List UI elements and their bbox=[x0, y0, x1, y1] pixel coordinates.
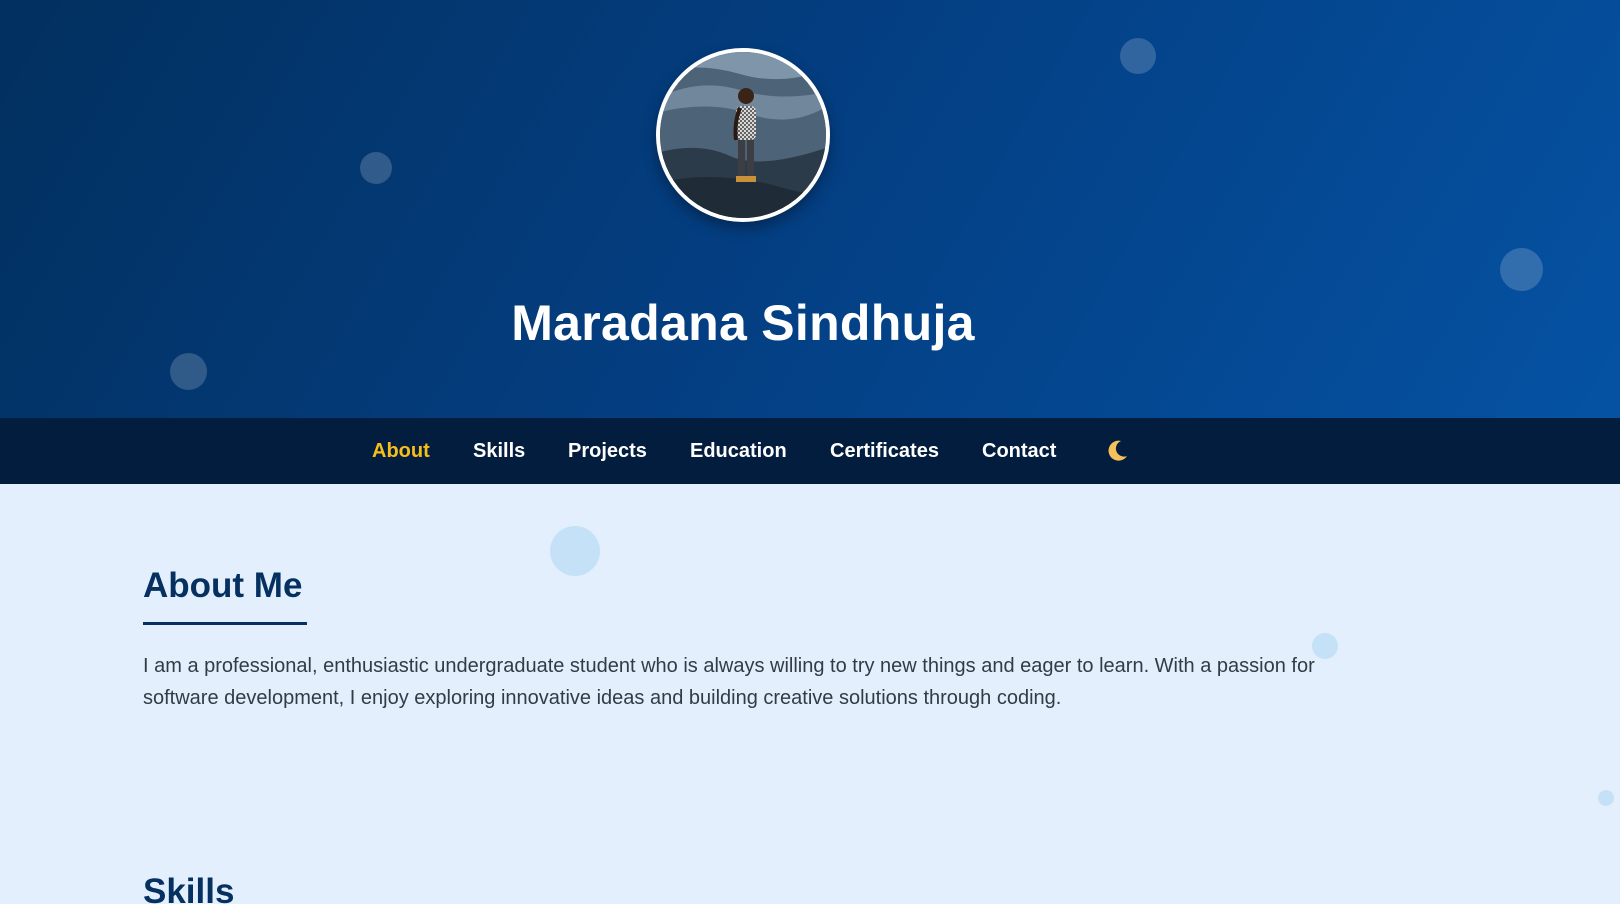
skills-heading: Skills bbox=[143, 872, 235, 904]
hero-header: Maradana Sindhuja bbox=[0, 0, 1620, 418]
nav-item-projects[interactable]: Projects bbox=[568, 440, 647, 463]
moon-icon bbox=[1108, 440, 1127, 461]
main-nav: About Skills Projects Education Certific… bbox=[0, 418, 1620, 484]
heading-underline bbox=[143, 622, 307, 625]
about-heading: About Me bbox=[143, 566, 303, 605]
decorative-bubble bbox=[170, 353, 207, 390]
about-text: I am a professional, enthusiastic underg… bbox=[143, 655, 1315, 709]
profile-photo-illustration bbox=[660, 52, 826, 218]
decorative-bubble bbox=[360, 152, 392, 184]
nav-item-certificates[interactable]: Certificates bbox=[830, 440, 939, 463]
nav-item-skills[interactable]: Skills bbox=[473, 440, 525, 463]
decorative-bubble bbox=[550, 526, 600, 576]
theme-toggle-button[interactable] bbox=[1104, 438, 1130, 464]
hero-name: Maradana Sindhuja bbox=[511, 294, 975, 351]
decorative-bubble bbox=[1598, 790, 1614, 806]
nav-item-contact[interactable]: Contact bbox=[982, 440, 1056, 463]
nav-item-about[interactable]: About bbox=[372, 440, 430, 463]
decorative-bubble bbox=[1120, 38, 1156, 74]
decorative-bubble bbox=[1500, 248, 1543, 291]
nav-item-education[interactable]: Education bbox=[690, 440, 787, 463]
profile-photo bbox=[656, 48, 830, 222]
portfolio-page: Maradana Sindhuja About Skills Projects … bbox=[0, 0, 1620, 904]
